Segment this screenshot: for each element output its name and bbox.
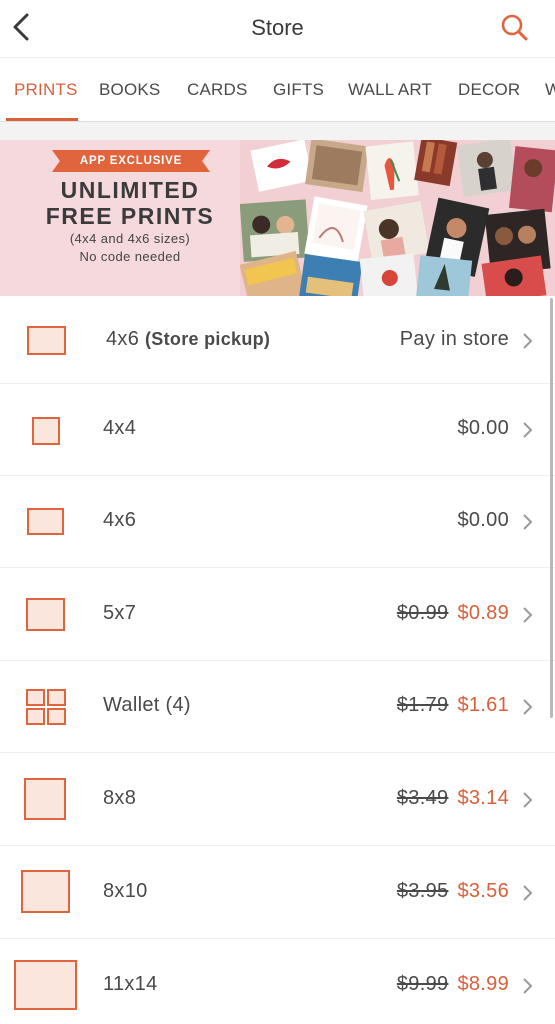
print-size-thumbnail: [21, 870, 70, 913]
banner-subtext-2: No code needed: [79, 249, 181, 264]
original-price: $1.79: [396, 694, 449, 716]
product-price: $0.99 $0.89: [397, 602, 509, 625]
wallet-cell: [26, 708, 45, 725]
search-icon: [501, 14, 528, 41]
product-label: 4x6 (Store pickup): [106, 328, 270, 351]
product-size: Wallet (4): [103, 694, 191, 716]
banner-subtext-1: (4x4 and 4x6 sizes): [69, 231, 191, 246]
product-price: $0.00: [457, 417, 509, 440]
section-divider: [0, 122, 555, 140]
wallet-cell: [47, 708, 66, 725]
original-price: $0.99: [396, 602, 449, 624]
list-item-11x14[interactable]: 11x14 $9.99 $8.99: [0, 939, 555, 1024]
product-price: $3.95 $3.56: [397, 880, 509, 903]
list-item-8x8[interactable]: 8x8 $3.49 $3.14: [0, 753, 555, 846]
tab-wall-art[interactable]: WALL ART: [348, 59, 432, 121]
original-price: $3.49: [396, 787, 449, 809]
product-size: 11x14: [103, 973, 158, 995]
chevron-right-icon: [523, 792, 533, 808]
product-size: 8x10: [103, 880, 148, 902]
sale-price: $8.99: [457, 973, 509, 995]
product-note: (Store pickup): [145, 329, 271, 349]
price-value: $0.00: [457, 417, 509, 439]
product-size: 5x7: [103, 602, 137, 624]
sale-price: $3.56: [457, 880, 509, 902]
tab-decor[interactable]: DECOR: [458, 59, 520, 121]
chevron-right-icon: [523, 885, 533, 901]
wallet-cell: [26, 689, 45, 706]
product-price: $1.79 $1.61: [397, 694, 509, 717]
list-item-4x4[interactable]: 4x4 $0.00: [0, 384, 555, 476]
chevron-right-icon: [523, 607, 533, 623]
chevron-right-icon: [523, 978, 533, 994]
list-item-4x6-store-pickup[interactable]: 4x6 (Store pickup) Pay in store: [0, 296, 555, 384]
banner-headline-2: FREE PRINTS: [45, 203, 215, 229]
print-size-thumbnail: [26, 598, 65, 631]
product-size: 8x8: [103, 787, 137, 809]
category-tabs: PRINTS BOOKS CARDS GIFTS WALL ART DECOR …: [0, 59, 555, 122]
print-size-thumbnail: [32, 417, 60, 445]
print-size-thumbnail: [27, 326, 66, 355]
original-price: $9.99: [396, 973, 449, 995]
sale-price: $3.14: [457, 787, 509, 809]
wallet-cell: [47, 689, 66, 706]
wallet-grid-thumbnail: [26, 689, 66, 725]
tab-cards[interactable]: CARDS: [187, 59, 248, 121]
tab-partial[interactable]: W: [545, 59, 555, 121]
tab-books[interactable]: BOOKS: [99, 59, 160, 121]
app-exclusive-badge: APP EXCLUSIVE: [52, 150, 210, 172]
active-tab-indicator: [6, 118, 78, 121]
product-size: 4x4: [103, 417, 137, 439]
scrollbar[interactable]: [550, 298, 553, 718]
list-item-wallet[interactable]: Wallet (4) $1.79 $1.61: [0, 661, 555, 753]
print-size-thumbnail: [27, 508, 64, 535]
tab-prints[interactable]: PRINTS: [14, 59, 78, 121]
tab-gifts[interactable]: GIFTS: [273, 59, 324, 121]
price-value: $0.00: [457, 509, 509, 531]
product-size: 4x6: [103, 509, 137, 531]
product-price: $3.49 $3.14: [397, 787, 509, 810]
chevron-right-icon: [523, 514, 533, 530]
product-price: $0.00: [457, 509, 509, 532]
promo-banner[interactable]: APP EXCLUSIVE UNLIMITED FREE PRINTS (4x4…: [0, 140, 555, 296]
chevron-right-icon: [523, 699, 533, 715]
list-item-4x6[interactable]: 4x6 $0.00: [0, 476, 555, 568]
banner-headline-1: UNLIMITED: [60, 177, 200, 203]
search-button[interactable]: [499, 12, 531, 44]
list-item-8x10[interactable]: 8x10 $3.95 $3.56: [0, 846, 555, 939]
print-size-thumbnail: [24, 778, 66, 820]
nav-bar: Store: [0, 0, 555, 58]
product-size: 4x6: [106, 328, 140, 350]
print-size-thumbnail: [14, 960, 77, 1010]
chevron-right-icon: [523, 333, 533, 349]
original-price: $3.95: [396, 880, 449, 902]
product-price: Pay in store: [400, 328, 509, 351]
list-item-5x7[interactable]: 5x7 $0.99 $0.89: [0, 568, 555, 661]
chevron-right-icon: [523, 422, 533, 438]
sale-price: $0.89: [457, 602, 509, 624]
photo-collage-image: [240, 140, 555, 296]
page-title: Store: [251, 15, 304, 40]
sale-price: $1.61: [457, 694, 509, 716]
product-price: $9.99 $8.99: [397, 973, 509, 996]
pay-in-store-text: Pay in store: [399, 328, 509, 350]
